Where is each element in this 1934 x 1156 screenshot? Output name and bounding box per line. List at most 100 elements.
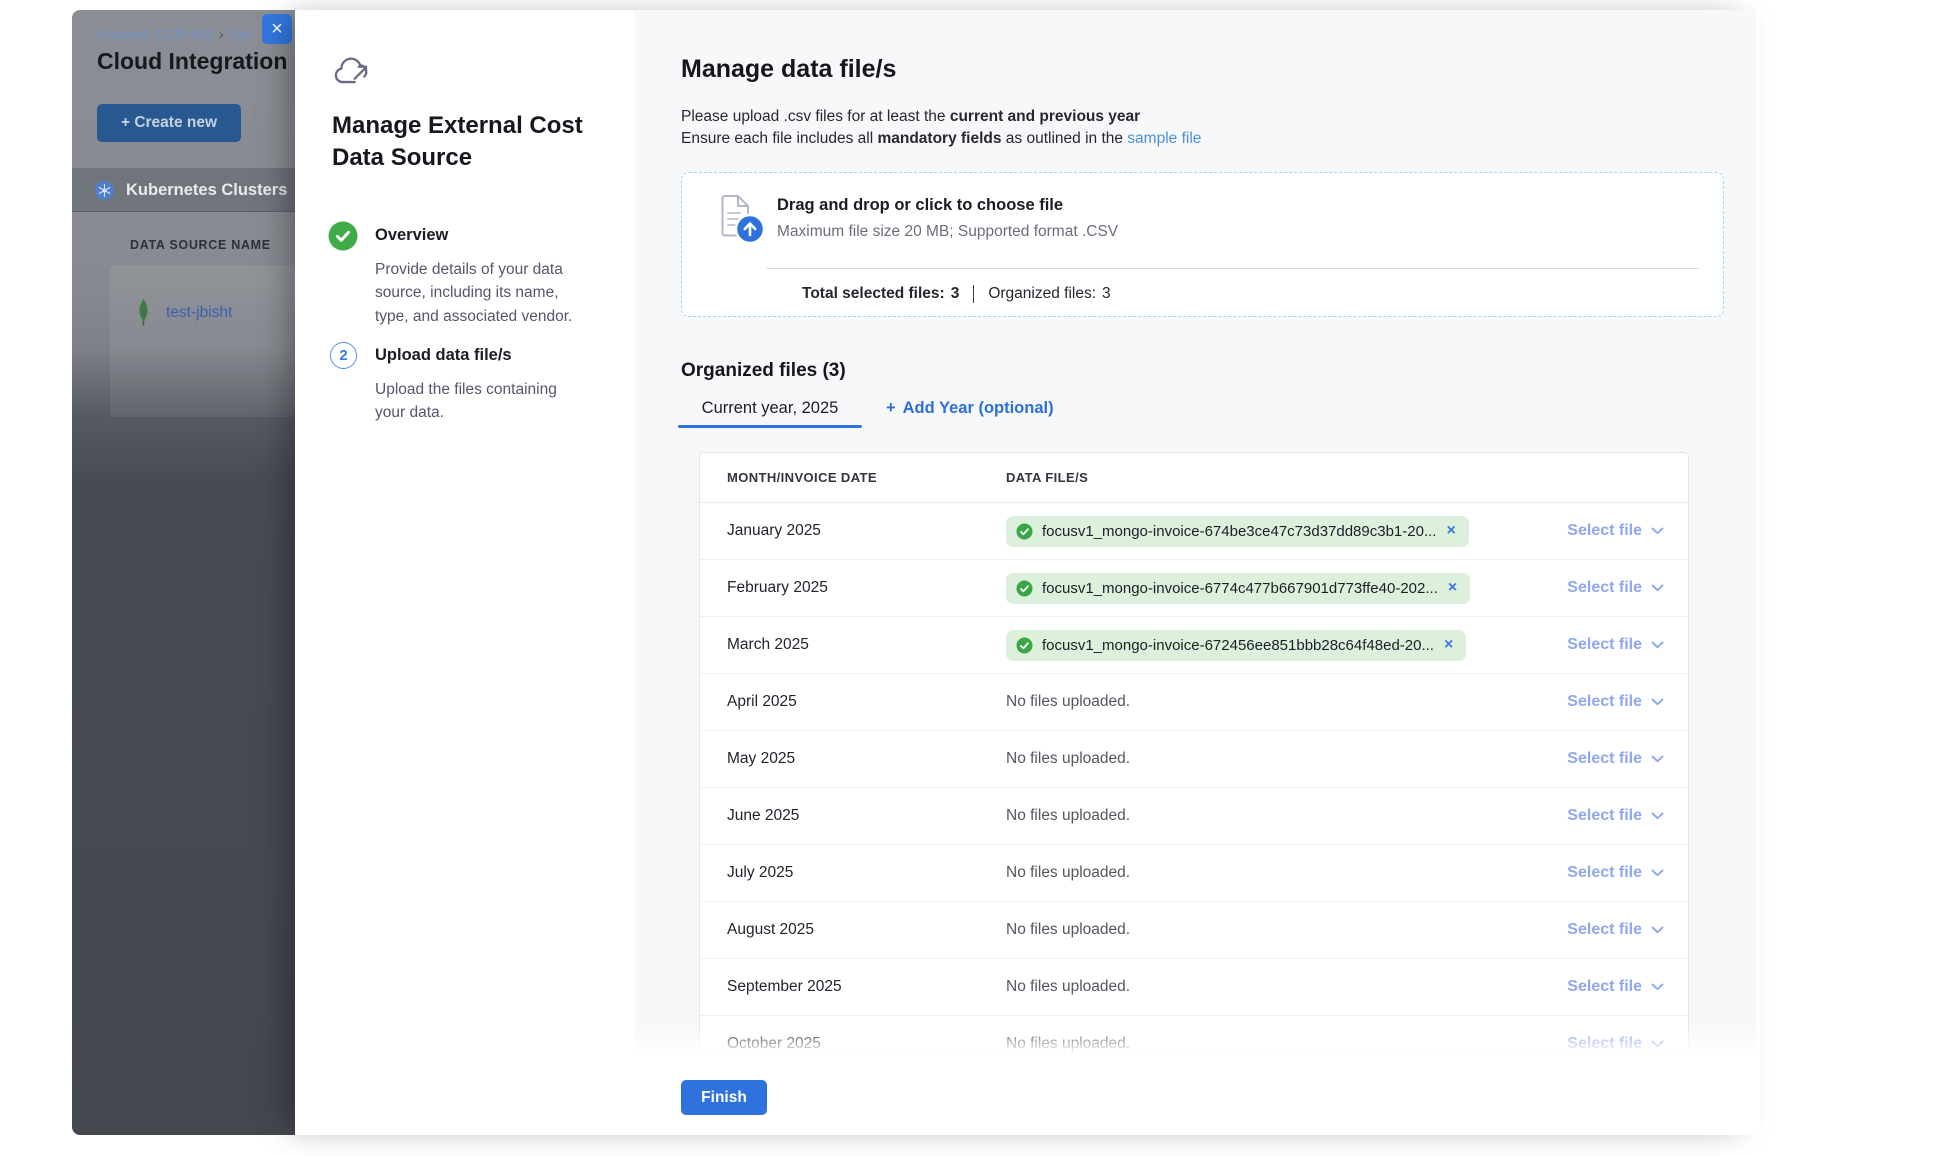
upload-step-content: Manage data file/s Please upload .csv fi… — [635, 10, 1756, 1053]
data-source-name-header: DATA SOURCE NAME — [130, 238, 271, 252]
organized-files-heading: Organized files (3) — [681, 360, 846, 382]
file-counts: Total selected files: 3 Organized files:… — [802, 285, 1111, 303]
breadcrumb-section-link[interactable]: Set — [230, 26, 251, 42]
step2-upload-description: Upload the files containing your data. — [375, 378, 587, 425]
active-tab-underline — [678, 425, 862, 428]
file-cell: focusv1_mongo-invoice-672456ee851bbb28c6… — [1006, 630, 1524, 661]
month-cell: February 2025 — [727, 579, 1006, 597]
year-tabs: Current year, 2025 + Add Year (optional) — [678, 388, 1054, 428]
chevron-down-icon — [1651, 584, 1664, 592]
select-file-label: Select file — [1567, 522, 1642, 540]
chevron-down-icon — [1651, 755, 1664, 763]
month-cell: July 2025 — [727, 864, 1006, 882]
screen: Account: CCM-NG›Set Cloud Integration + … — [0, 0, 1934, 1156]
manage-data-files-title: Manage data file/s — [681, 55, 896, 84]
table-row: February 2025 focusv1_mongo-invoice-6774… — [700, 560, 1688, 617]
dropzone-title: Drag and drop or click to choose file — [777, 196, 1063, 215]
tab-kubernetes-clusters[interactable]: Kubernetes Clusters — [72, 169, 295, 211]
table-row: May 2025 No files uploaded. Select file — [700, 731, 1688, 788]
file-cell: No files uploaded. — [1006, 693, 1524, 711]
select-file-label: Select file — [1567, 807, 1642, 825]
table-row: July 2025 No files uploaded. Select file — [700, 845, 1688, 902]
file-chip-name: focusv1_mongo-invoice-6774c477b667901d77… — [1042, 580, 1438, 597]
select-file-label: Select file — [1567, 864, 1642, 882]
month-cell: June 2025 — [727, 807, 1006, 825]
tab-current-year-2025[interactable]: Current year, 2025 — [678, 388, 862, 428]
file-success-check-icon — [1016, 580, 1033, 597]
data-source-row[interactable]: test-jbisht — [136, 298, 232, 328]
file-success-check-icon — [1016, 523, 1033, 540]
month-cell: January 2025 — [727, 522, 1006, 540]
file-chip: focusv1_mongo-invoice-6774c477b667901d77… — [1006, 573, 1470, 604]
table-row: October 2025 No files uploaded. Select f… — [700, 1016, 1688, 1053]
divider — [72, 211, 295, 212]
close-drawer-button[interactable]: × — [262, 14, 292, 44]
file-success-check-icon — [1016, 637, 1033, 654]
remove-file-icon[interactable]: × — [1447, 580, 1458, 596]
month-cell: May 2025 — [727, 750, 1006, 768]
chevron-down-icon — [1651, 926, 1664, 934]
drawer-footer: Finish — [635, 1053, 1760, 1135]
upload-instructions: Please upload .csv files for at least th… — [681, 106, 1201, 149]
month-cell: September 2025 — [727, 978, 1006, 996]
page-title: Cloud Integration — [97, 48, 287, 75]
file-cell: focusv1_mongo-invoice-6774c477b667901d77… — [1006, 573, 1524, 604]
breadcrumb-account-link[interactable]: Account: CCM-NG — [97, 26, 213, 42]
empty-cell-text: No files uploaded. — [1006, 750, 1130, 768]
file-dropzone[interactable]: Drag and drop or click to choose file Ma… — [681, 172, 1724, 317]
divider — [973, 285, 974, 303]
select-file-label: Select file — [1567, 1035, 1642, 1053]
select-file-label: Select file — [1567, 978, 1642, 996]
upload-step-panel: Manage data file/s Please upload .csv fi… — [635, 10, 1760, 1135]
sample-file-link[interactable]: sample file — [1127, 130, 1201, 147]
finish-button[interactable]: Finish — [681, 1080, 767, 1115]
select-file-dropdown[interactable]: Select file — [1524, 1035, 1664, 1053]
step2-number-badge: 2 — [330, 342, 357, 369]
step1-overview-description: Provide details of your data source, inc… — [375, 258, 587, 328]
instruction-line-1: Please upload .csv files for at least th… — [681, 106, 1201, 128]
instruction-line-2: Ensure each file includes all mandatory … — [681, 128, 1201, 150]
select-file-dropdown[interactable]: Select file — [1524, 693, 1664, 711]
data-source-row-card — [110, 265, 295, 417]
table-header-row: MONTH/INVOICE DATE DATA FILE/S — [700, 453, 1688, 503]
manage-data-source-drawer: Manage External Cost Data Source Overvie… — [295, 10, 1760, 1135]
step1-overview-title[interactable]: Overview — [375, 226, 448, 245]
chevron-down-icon — [1651, 983, 1664, 991]
select-file-dropdown[interactable]: Select file — [1524, 978, 1664, 996]
select-file-dropdown[interactable]: Select file — [1524, 864, 1664, 882]
select-file-dropdown[interactable]: Select file — [1524, 522, 1664, 540]
remove-file-icon[interactable]: × — [1443, 637, 1454, 653]
tab-kubernetes-clusters-label: Kubernetes Clusters — [126, 181, 287, 200]
select-file-dropdown[interactable]: Select file — [1524, 921, 1664, 939]
data-source-link[interactable]: test-jbisht — [166, 304, 232, 322]
select-file-dropdown[interactable]: Select file — [1524, 807, 1664, 825]
select-file-dropdown[interactable]: Select file — [1524, 579, 1664, 597]
create-new-button[interactable]: + Create new — [97, 104, 241, 142]
total-selected-label: Total selected files: — [802, 285, 945, 303]
add-year-label: Add Year (optional) — [903, 399, 1054, 418]
select-file-dropdown[interactable]: Select file — [1524, 636, 1664, 654]
file-chip-name: focusv1_mongo-invoice-674be3ce47c73d37dd… — [1042, 523, 1436, 540]
dimmed-background-page: Account: CCM-NG›Set Cloud Integration + … — [72, 10, 295, 1135]
table-row: August 2025 No files uploaded. Select fi… — [700, 902, 1688, 959]
select-file-dropdown[interactable]: Select file — [1524, 750, 1664, 768]
chevron-down-icon — [1651, 812, 1664, 820]
step2-upload-title[interactable]: Upload data file/s — [375, 346, 512, 365]
empty-cell-text: No files uploaded. — [1006, 978, 1130, 996]
chevron-down-icon — [1651, 641, 1664, 649]
remove-file-icon[interactable]: × — [1445, 523, 1456, 539]
kubernetes-icon — [94, 180, 115, 201]
table-row: January 2025 focusv1_mongo-invoice-674be… — [700, 503, 1688, 560]
monthly-files-card: MONTH/INVOICE DATE DATA FILE/S January 2… — [699, 452, 1689, 1053]
file-cell: No files uploaded. — [1006, 1035, 1524, 1053]
organized-files-value: 3 — [1102, 285, 1111, 303]
file-cell: focusv1_mongo-invoice-674be3ce47c73d37dd… — [1006, 516, 1524, 547]
invoice-table-body: January 2025 focusv1_mongo-invoice-674be… — [700, 503, 1688, 1053]
select-file-label: Select file — [1567, 579, 1642, 597]
add-year-button[interactable]: + Add Year (optional) — [886, 399, 1054, 418]
organized-files-label: Organized files: — [988, 285, 1096, 303]
dropzone-subtitle: Maximum file size 20 MB; Supported forma… — [777, 223, 1118, 241]
empty-cell-text: No files uploaded. — [1006, 921, 1130, 939]
file-cell: No files uploaded. — [1006, 921, 1524, 939]
total-selected-value: 3 — [951, 285, 960, 303]
